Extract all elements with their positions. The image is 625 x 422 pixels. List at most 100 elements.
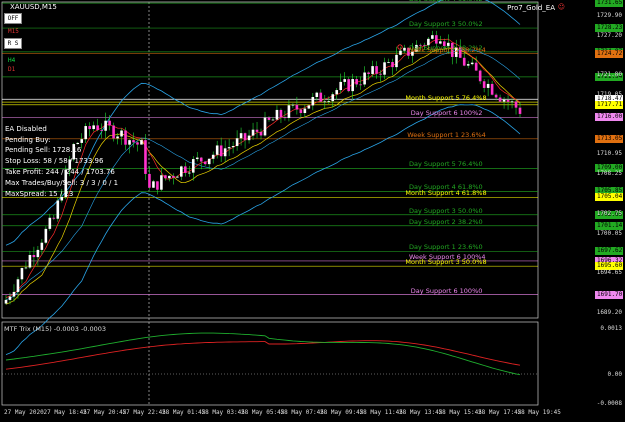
candle-body (176, 176, 179, 178)
candle-body (283, 117, 287, 119)
candle-body (502, 99, 506, 102)
price-axis-label: 1700.05 (596, 229, 622, 237)
candle-body (172, 175, 175, 178)
candle-body (120, 130, 123, 137)
candle-body (56, 200, 60, 219)
candle-body (431, 35, 434, 39)
price-chart[interactable] (0, 0, 625, 422)
max-trades: Max Trades/Buy/Sell: 3 / 3 / 0 / 1 (5, 179, 119, 187)
level-price-tag: 1705.04 (595, 193, 623, 202)
price-axis-label: 1689.20 (596, 308, 622, 316)
candle-body (108, 120, 111, 126)
candle-body (403, 47, 406, 51)
candle-body (8, 296, 12, 300)
candle-body (295, 104, 299, 110)
level-price-tag: 1713.05 (595, 134, 623, 143)
pending-sell: Pending Sell: 1728.16 (5, 146, 82, 154)
candle-body (112, 125, 115, 139)
level-price-tag: 1731.65 (595, 0, 623, 8)
trix-signal-line (5, 340, 521, 370)
candle-body (391, 62, 394, 68)
level-label: Month Support 4 61.8%8 (405, 189, 487, 198)
timeframe-h4[interactable]: H4 (8, 57, 15, 64)
ea-name-label: Pro7_Gold_EA (507, 4, 555, 12)
indicator-title: MTF Trix (M15) -0.0003 -0.0003 (4, 325, 107, 333)
timeframe-d1[interactable]: D1 (8, 66, 15, 73)
candle-body (12, 291, 16, 297)
candle-body (24, 267, 28, 269)
time-axis-label: 28 May 07:45 (280, 409, 324, 416)
time-axis-label: 28 May 03:45 (201, 409, 245, 416)
candle-body (339, 81, 343, 91)
time-axis-label: 28 May 11:45 (359, 409, 403, 416)
candle-body (16, 279, 20, 292)
candle-body (20, 268, 24, 280)
time-axis-label: 27 May 20:45 (83, 409, 127, 416)
candle-body (104, 120, 107, 131)
time-axis-label: 28 May 01:45 (162, 409, 206, 416)
candle-body (470, 62, 474, 65)
candle-body (255, 129, 259, 132)
candle-body (498, 97, 502, 102)
indicator-axis-label: 0.00 (607, 371, 622, 378)
candle-body (247, 135, 251, 141)
candle-body (136, 142, 139, 145)
price-axis-label: 1721.80 (596, 70, 622, 78)
level-label: Day Support 6 100%2 (410, 109, 483, 118)
candle-body (219, 145, 223, 157)
level-label: Day Support 2 38.2%0 (409, 217, 483, 226)
candle-body (347, 79, 350, 92)
candle-body (275, 109, 279, 120)
candle-body (96, 125, 99, 131)
candle-body (518, 107, 522, 114)
candle-body (156, 181, 159, 190)
candle-body (363, 72, 366, 85)
time-axis-label: 27 May 18:45 (43, 409, 87, 416)
price-axis-label: 1719.05 (596, 91, 622, 99)
candle-body (144, 140, 147, 174)
candle-body (371, 66, 374, 74)
candle-body (399, 50, 402, 55)
level-label: Day Support 1 23.6%0 (409, 243, 483, 252)
trix-main-line (5, 332, 521, 376)
price-axis-label: 1694.65 (596, 269, 622, 277)
candle-body (299, 109, 303, 114)
indicator-panel-frame (1, 321, 539, 406)
level-label: Month Support 3 50.0%8 (405, 258, 487, 267)
candle-body (164, 175, 167, 179)
time-axis-label: 27 May 22:45 (122, 409, 166, 416)
candle-body (223, 148, 227, 157)
off-button[interactable]: OFF (4, 13, 22, 24)
candle-body (80, 139, 84, 143)
candle-body (44, 228, 48, 243)
candle-body (88, 126, 91, 130)
candle-body (291, 104, 295, 106)
candle-body (435, 35, 438, 44)
candle-body (510, 101, 514, 103)
candle-body (343, 79, 346, 82)
candle-body (215, 145, 219, 155)
candle-body (494, 94, 498, 98)
candle-body (180, 166, 183, 177)
level-price-tag: 1697.62 (595, 247, 623, 256)
candle-body (367, 72, 370, 74)
candle-body (195, 157, 199, 160)
rs-button[interactable]: R S (4, 38, 22, 49)
candle-body (160, 175, 163, 190)
level-label: Week Support 2 38.2%4 (407, 45, 486, 54)
time-axis-label: 28 May 15:45 (438, 409, 482, 416)
candle-body (506, 99, 510, 102)
candle-body (323, 101, 327, 103)
candle-body (199, 157, 203, 162)
candle-body (355, 79, 358, 85)
max-spread: MaxSpread: 15 / 23 (5, 190, 74, 198)
candle-body (116, 136, 119, 139)
candle-body (187, 172, 191, 174)
candle-body (482, 81, 486, 88)
level-label: Month Support 5 76.4%8 (405, 94, 487, 103)
level-label: Day Support 4 61.8%2 (409, 0, 483, 3)
time-axis-label: 28 May 09:45 (320, 409, 364, 416)
candle-body (351, 79, 354, 92)
timeframe-m15[interactable]: M15 (8, 28, 19, 35)
candle-body (235, 138, 239, 147)
